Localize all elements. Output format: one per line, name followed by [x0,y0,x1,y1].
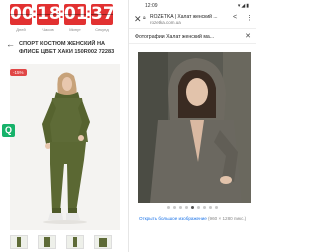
pagination-dot[interactable] [203,206,206,209]
pagination-dot[interactable] [209,206,212,209]
share-icon[interactable]: < [233,14,237,21]
timer-seconds-value: 37 [91,4,115,25]
lock-icon: 🔒︎ [143,15,146,21]
more-options-icon[interactable]: ⋮ [246,14,253,22]
product-title: СПОРТ КОСТЮМ ЖЕНСКИЙ НА ФЛИСЕ ЦВЕТ ХАКИ … [19,41,115,55]
woman-in-gray-robe-image [138,52,251,203]
pagination-dot[interactable] [197,206,200,209]
browser-gallery-screenshot: 12:09 ▾◢▮ ✕ 🔒︎ ROZETKA | Халат женский .… [129,0,256,252]
gallery-header: Фотографии Халат женский ма... ✕ [129,28,256,44]
q-widget-button[interactable]: Q [2,124,15,137]
timer-minutes-value: 01 [64,4,88,25]
status-icons: ▾◢▮ [237,3,250,9]
thumbnail[interactable] [94,235,112,249]
pagination-dot[interactable] [167,206,170,209]
product-photo[interactable] [10,64,120,230]
page-url[interactable]: rozetka.com.ua [150,20,181,25]
pagination-dot[interactable] [179,206,182,209]
pagination-dot-active[interactable] [191,206,194,209]
back-arrow-icon[interactable]: ← [6,40,15,56]
pagination-dot[interactable] [173,206,176,209]
timer-hours-label: Часов [42,27,54,32]
thumbnail[interactable] [10,235,28,249]
timer-seconds-label: Секунд [95,27,109,32]
custom-tab-toolbar: ✕ 🔒︎ ROZETKA | Халат женский ... rozetka… [129,11,256,28]
gallery-title: Фотографии Халат женский ма... [135,34,215,40]
status-bar: 12:09 ▾◢▮ [129,0,256,11]
timer-days-label: Дней [16,27,26,32]
open-full-image-link[interactable]: Открыть большое изображение [139,216,207,221]
timer-hours-value: 18 [37,4,61,25]
pagination-dot[interactable] [215,206,218,209]
timer-days-value: 00 [10,4,34,25]
timer-seconds: 37 Секунд [91,4,115,32]
thumbnail[interactable] [66,235,84,249]
woman-in-khaki-suit-image [10,64,120,230]
countdown-timer: 00 Дней : 18 Часов : 01 Минут : 37 Секун… [10,4,115,34]
discount-badge: -15% [10,69,27,76]
close-icon[interactable]: ✕ [134,14,142,25]
image-size-label: (960 × 1280 пикс.) [208,216,247,221]
product-page-screenshot: 00 Дней : 18 Часов : 01 Минут : 37 Секун… [0,0,128,252]
pagination-dot[interactable] [185,206,188,209]
thumbnail-strip [10,235,112,249]
gallery-pagination [129,206,256,209]
open-full-image-row: Открыть большое изображение (960 × 1280 … [139,216,246,221]
timer-hours: 18 Часов [37,4,61,32]
timer-minutes-label: Минут [69,27,81,32]
thumbnail[interactable] [38,235,56,249]
gallery-main-photo[interactable] [138,52,251,203]
product-header: ← СПОРТ КОСТЮМ ЖЕНСКИЙ НА ФЛИСЕ ЦВЕТ ХАК… [6,40,124,56]
timer-minutes: 01 Минут [64,4,88,32]
close-icon[interactable]: ✕ [245,32,251,40]
timer-days: 00 Дней [10,4,34,32]
status-time: 12:09 [145,3,158,9]
